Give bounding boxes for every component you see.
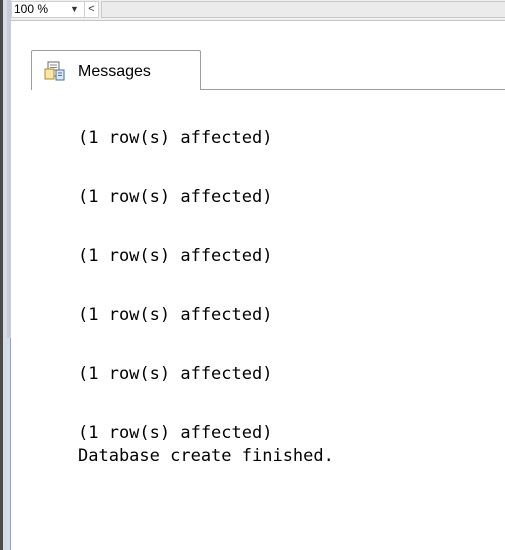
vertical-splitter[interactable] [3,0,11,550]
message-line: Database create finished. [78,446,334,466]
results-tab-strip: Messages [11,21,505,93]
message-line: (1 row(s) affected) [78,128,273,148]
horizontal-scrollbar-track[interactable] [101,1,505,18]
message-line: (1 row(s) affected) [78,246,273,266]
zoom-value: 100 % [14,2,49,16]
messages-document-icon [44,61,65,81]
message-line: (1 row(s) affected) [78,364,273,384]
message-line: (1 row(s) affected) [78,187,273,207]
tab-messages[interactable]: Messages [31,50,201,90]
message-line: (1 row(s) affected) [78,305,273,325]
results-panel: 100 % ▼ < Messages (1 row(s) affected) (… [0,0,505,550]
tab-strip-divider [201,89,505,90]
messages-output[interactable]: (1 row(s) affected) (1 row(s) affected) … [11,93,505,550]
chevron-down-icon[interactable]: ▼ [70,2,79,17]
tab-messages-label: Messages [78,63,151,80]
zoom-scroll-bar: 100 % ▼ < [11,0,505,21]
message-line: (1 row(s) affected) [78,423,273,443]
scroll-left-button[interactable]: < [84,1,99,18]
